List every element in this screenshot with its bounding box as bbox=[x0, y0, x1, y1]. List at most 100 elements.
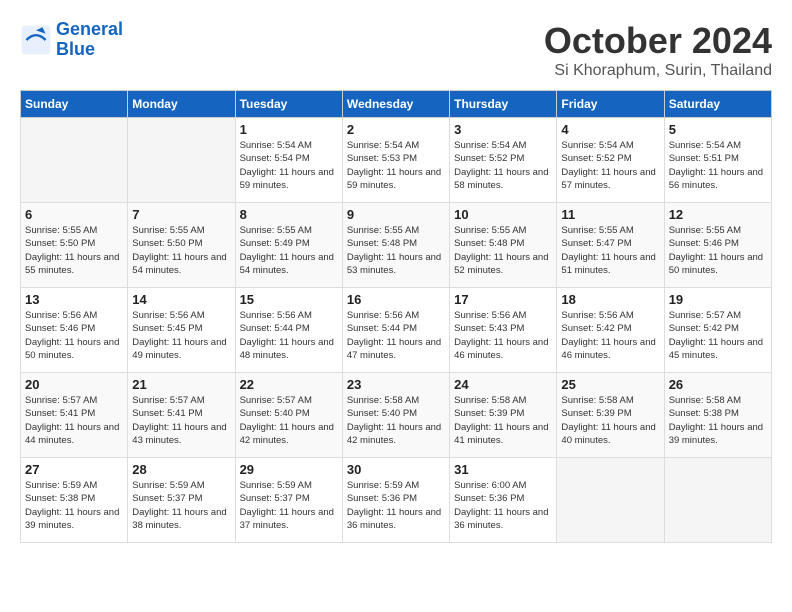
day-info: Sunrise: 5:56 AM Sunset: 5:46 PM Dayligh… bbox=[25, 309, 123, 362]
day-cell: 20 Sunrise: 5:57 AM Sunset: 5:41 PM Dayli… bbox=[21, 373, 128, 458]
col-header-saturday: Saturday bbox=[664, 91, 771, 118]
day-info: Sunrise: 5:59 AM Sunset: 5:37 PM Dayligh… bbox=[132, 479, 230, 532]
day-cell: 24 Sunrise: 5:58 AM Sunset: 5:39 PM Dayli… bbox=[450, 373, 557, 458]
col-header-wednesday: Wednesday bbox=[342, 91, 449, 118]
day-info: Sunrise: 5:54 AM Sunset: 5:52 PM Dayligh… bbox=[454, 139, 552, 192]
day-number: 13 bbox=[25, 292, 123, 307]
week-row-5: 27Sunrise: 5:59 AM Sunset: 5:38 PM Dayli… bbox=[21, 458, 772, 543]
col-header-tuesday: Tuesday bbox=[235, 91, 342, 118]
day-info: Sunrise: 5:55 AM Sunset: 5:50 PM Dayligh… bbox=[132, 224, 230, 277]
day-cell: 7 Sunrise: 5:55 AM Sunset: 5:50 PM Daylig… bbox=[128, 203, 235, 288]
day-cell: 6Sunrise: 5:55 AM Sunset: 5:50 PM Daylig… bbox=[21, 203, 128, 288]
day-cell: 8 Sunrise: 5:55 AM Sunset: 5:49 PM Daylig… bbox=[235, 203, 342, 288]
day-info: Sunrise: 5:54 AM Sunset: 5:51 PM Dayligh… bbox=[669, 139, 767, 192]
day-info: Sunrise: 5:56 AM Sunset: 5:44 PM Dayligh… bbox=[240, 309, 338, 362]
day-info: Sunrise: 5:57 AM Sunset: 5:41 PM Dayligh… bbox=[132, 394, 230, 447]
day-cell: 27Sunrise: 5:59 AM Sunset: 5:38 PM Dayli… bbox=[21, 458, 128, 543]
day-info: Sunrise: 5:56 AM Sunset: 5:44 PM Dayligh… bbox=[347, 309, 445, 362]
day-info: Sunrise: 5:55 AM Sunset: 5:47 PM Dayligh… bbox=[561, 224, 659, 277]
day-info: Sunrise: 5:57 AM Sunset: 5:40 PM Dayligh… bbox=[240, 394, 338, 447]
day-cell: 17 Sunrise: 5:56 AM Sunset: 5:43 PM Dayli… bbox=[450, 288, 557, 373]
page-header: General Blue October 2024 Si Khoraphum, … bbox=[20, 20, 772, 80]
day-info: Sunrise: 5:58 AM Sunset: 5:39 PM Dayligh… bbox=[561, 394, 659, 447]
week-row-4: 20 Sunrise: 5:57 AM Sunset: 5:41 PM Dayli… bbox=[21, 373, 772, 458]
day-number: 18 bbox=[561, 292, 659, 307]
day-cell: 22 Sunrise: 5:57 AM Sunset: 5:40 PM Dayli… bbox=[235, 373, 342, 458]
day-number: 31 bbox=[454, 462, 552, 477]
day-number: 30 bbox=[347, 462, 445, 477]
day-number: 23 bbox=[347, 377, 445, 392]
day-number: 22 bbox=[240, 377, 338, 392]
day-info: Sunrise: 5:58 AM Sunset: 5:40 PM Dayligh… bbox=[347, 394, 445, 447]
day-info: Sunrise: 5:58 AM Sunset: 5:39 PM Dayligh… bbox=[454, 394, 552, 447]
day-cell: 11Sunrise: 5:55 AM Sunset: 5:47 PM Dayli… bbox=[557, 203, 664, 288]
day-info: Sunrise: 5:54 AM Sunset: 5:54 PM Dayligh… bbox=[240, 139, 338, 192]
day-number: 9 bbox=[347, 207, 445, 222]
day-cell bbox=[557, 458, 664, 543]
day-number: 19 bbox=[669, 292, 767, 307]
day-info: Sunrise: 5:57 AM Sunset: 5:42 PM Dayligh… bbox=[669, 309, 767, 362]
day-cell: 5 Sunrise: 5:54 AM Sunset: 5:51 PM Daylig… bbox=[664, 118, 771, 203]
day-info: Sunrise: 5:57 AM Sunset: 5:41 PM Dayligh… bbox=[25, 394, 123, 447]
day-cell: 19 Sunrise: 5:57 AM Sunset: 5:42 PM Dayli… bbox=[664, 288, 771, 373]
week-row-3: 13 Sunrise: 5:56 AM Sunset: 5:46 PM Dayli… bbox=[21, 288, 772, 373]
day-info: Sunrise: 5:55 AM Sunset: 5:49 PM Dayligh… bbox=[240, 224, 338, 277]
day-info: Sunrise: 5:54 AM Sunset: 5:53 PM Dayligh… bbox=[347, 139, 445, 192]
day-cell: 25Sunrise: 5:58 AM Sunset: 5:39 PM Dayli… bbox=[557, 373, 664, 458]
day-number: 21 bbox=[132, 377, 230, 392]
day-cell: 26Sunrise: 5:58 AM Sunset: 5:38 PM Dayli… bbox=[664, 373, 771, 458]
day-cell: 14Sunrise: 5:56 AM Sunset: 5:45 PM Dayli… bbox=[128, 288, 235, 373]
calendar-table: SundayMondayTuesdayWednesdayThursdayFrid… bbox=[20, 90, 772, 543]
week-row-1: 1 Sunrise: 5:54 AM Sunset: 5:54 PM Daylig… bbox=[21, 118, 772, 203]
day-cell: 12 Sunrise: 5:55 AM Sunset: 5:46 PM Dayli… bbox=[664, 203, 771, 288]
col-header-sunday: Sunday bbox=[21, 91, 128, 118]
day-cell: 1 Sunrise: 5:54 AM Sunset: 5:54 PM Daylig… bbox=[235, 118, 342, 203]
day-info: Sunrise: 5:55 AM Sunset: 5:50 PM Dayligh… bbox=[25, 224, 123, 277]
day-info: Sunrise: 5:59 AM Sunset: 5:37 PM Dayligh… bbox=[240, 479, 338, 532]
day-info: Sunrise: 5:56 AM Sunset: 5:43 PM Dayligh… bbox=[454, 309, 552, 362]
day-cell: 23 Sunrise: 5:58 AM Sunset: 5:40 PM Dayli… bbox=[342, 373, 449, 458]
day-info: Sunrise: 6:00 AM Sunset: 5:36 PM Dayligh… bbox=[454, 479, 552, 532]
day-cell: 15 Sunrise: 5:56 AM Sunset: 5:44 PM Dayli… bbox=[235, 288, 342, 373]
day-info: Sunrise: 5:55 AM Sunset: 5:48 PM Dayligh… bbox=[347, 224, 445, 277]
day-number: 4 bbox=[561, 122, 659, 137]
col-header-monday: Monday bbox=[128, 91, 235, 118]
day-cell: 31 Sunrise: 6:00 AM Sunset: 5:36 PM Dayli… bbox=[450, 458, 557, 543]
day-number: 17 bbox=[454, 292, 552, 307]
location: Si Khoraphum, Surin, Thailand bbox=[544, 62, 772, 80]
col-header-thursday: Thursday bbox=[450, 91, 557, 118]
day-cell bbox=[128, 118, 235, 203]
day-number: 7 bbox=[132, 207, 230, 222]
day-number: 24 bbox=[454, 377, 552, 392]
day-number: 1 bbox=[240, 122, 338, 137]
day-cell: 13 Sunrise: 5:56 AM Sunset: 5:46 PM Dayli… bbox=[21, 288, 128, 373]
day-cell: 4Sunrise: 5:54 AM Sunset: 5:52 PM Daylig… bbox=[557, 118, 664, 203]
day-info: Sunrise: 5:55 AM Sunset: 5:46 PM Dayligh… bbox=[669, 224, 767, 277]
day-number: 12 bbox=[669, 207, 767, 222]
day-info: Sunrise: 5:59 AM Sunset: 5:36 PM Dayligh… bbox=[347, 479, 445, 532]
logo-blue: Blue bbox=[56, 39, 95, 59]
day-number: 2 bbox=[347, 122, 445, 137]
day-info: Sunrise: 5:58 AM Sunset: 5:38 PM Dayligh… bbox=[669, 394, 767, 447]
day-cell: 21 Sunrise: 5:57 AM Sunset: 5:41 PM Dayli… bbox=[128, 373, 235, 458]
day-cell: 10Sunrise: 5:55 AM Sunset: 5:48 PM Dayli… bbox=[450, 203, 557, 288]
logo-general: General bbox=[56, 19, 123, 39]
day-info: Sunrise: 5:56 AM Sunset: 5:45 PM Dayligh… bbox=[132, 309, 230, 362]
week-row-2: 6Sunrise: 5:55 AM Sunset: 5:50 PM Daylig… bbox=[21, 203, 772, 288]
day-number: 10 bbox=[454, 207, 552, 222]
day-cell: 28 Sunrise: 5:59 AM Sunset: 5:37 PM Dayli… bbox=[128, 458, 235, 543]
day-number: 3 bbox=[454, 122, 552, 137]
title-block: October 2024 Si Khoraphum, Surin, Thaila… bbox=[544, 20, 772, 80]
header-row: SundayMondayTuesdayWednesdayThursdayFrid… bbox=[21, 91, 772, 118]
day-number: 20 bbox=[25, 377, 123, 392]
day-number: 16 bbox=[347, 292, 445, 307]
day-number: 15 bbox=[240, 292, 338, 307]
day-cell bbox=[664, 458, 771, 543]
day-info: Sunrise: 5:56 AM Sunset: 5:42 PM Dayligh… bbox=[561, 309, 659, 362]
day-number: 28 bbox=[132, 462, 230, 477]
day-cell: 16 Sunrise: 5:56 AM Sunset: 5:44 PM Dayli… bbox=[342, 288, 449, 373]
col-header-friday: Friday bbox=[557, 91, 664, 118]
day-number: 5 bbox=[669, 122, 767, 137]
day-cell: 2 Sunrise: 5:54 AM Sunset: 5:53 PM Daylig… bbox=[342, 118, 449, 203]
day-number: 8 bbox=[240, 207, 338, 222]
